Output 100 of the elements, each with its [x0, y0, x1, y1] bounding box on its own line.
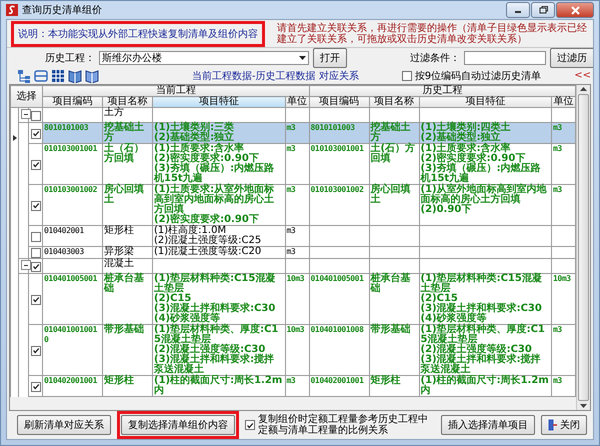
features-cell: (1)垫层材料种类、厚度:C15混凝土垫层 (2)混凝土强度等级:C30 (3)混凝土拌和料要求:搅拌泵送混凝土 — [152, 324, 285, 376]
features-cell: (1)土质要求:含水率 (2)密实度要求:0.90下 (3)夯填（碾压）:内燃压路机15t九遍 — [419, 144, 552, 184]
unit-cell: m3 — [285, 246, 309, 258]
unit-cell: 10m3 — [285, 324, 309, 376]
checkbox-label: 按9位编码自动过滤历史清单 — [414, 70, 542, 82]
name-cell: 房心回填土 — [369, 184, 419, 226]
field-label: 历史工程： — [45, 52, 95, 64]
column-header[interactable]: 单位 — [285, 96, 309, 108]
table-row[interactable]: 010103001001 土（石）方回填 (1)土质要求:含水率 (2)密实度要求:0.90下 (3)夯填（碾压）:内燃压路机15t九遍 m3 010103001001 土(石）方回填 (1)土质要求:含水率 (2)密实度要求:0.90下 (3)夯填（碾压）:内燃压路机15t九遍 m3 — [10, 144, 576, 184]
column-header[interactable]: 项目特征 — [419, 96, 552, 108]
book-icon[interactable] — [68, 68, 82, 82]
insert-button[interactable]: 插入选择清单项目 — [441, 415, 535, 435]
unit-cell: m3 — [285, 144, 309, 184]
features-cell: (1)土壤类别:四类土 (2)基础类型:独立 — [419, 122, 552, 144]
table-row[interactable]: 010402001001 矩形柱 (1)柱的截面尺寸:周长1.2m内 m3 010402001001 矩形柱 (1)柱的截面尺寸:周长1.2m内 m3 — [10, 376, 576, 396]
features-cell: (1)垫层材料种类:C15混凝土垫层 (2)C15 (3)混凝土拌和料要求:C30 (4)砂浆强度等 — [419, 274, 552, 324]
expand-toggle[interactable] — [21, 109, 31, 119]
close-dialog-button[interactable]: 关闭 — [541, 415, 587, 435]
checkbox[interactable] — [30, 294, 40, 304]
name-cell: 矩形柱 — [102, 226, 152, 246]
name-cell: 挖基础土方 — [102, 122, 152, 144]
features-cell: (1)垫层材料种类:C15混凝土垫层 (2)C15 (3)混凝土拌和料要求:C30 (4)砂浆强度等 — [152, 274, 285, 324]
unit-cell: m3 — [552, 122, 576, 144]
row-pointer-icon — [12, 134, 16, 140]
name-cell: 土（石）方回填 — [102, 144, 152, 184]
expand-toggle[interactable] — [21, 260, 31, 270]
hint-text: 请首先建立关联关系，再进行需要的操作（清单子目绿色显示表示已经建立了关联关系，可拖放或双击历史清单改变关联关系） — [277, 22, 588, 44]
table-title: 当前工程数据-历史工程数据 对应关系 — [192, 70, 359, 82]
table-row[interactable]: 010103001002 房心回填土 (1)土质要求:从室外地面标高到室内地面标高的房心土方回填 (2)密实度要求:0.90下 m3 010103001002 房心回填土 (1)从室外地面标高到室内地面标高的房心土方回填 (2)0.90下 m3 — [10, 184, 576, 226]
name-cell: 带形基础 — [102, 324, 152, 376]
close-icon — [570, 6, 580, 14]
name-cell: 带形基础 — [369, 324, 419, 376]
exit-icon — [548, 419, 557, 431]
code-cell: 010103001002 — [309, 184, 369, 226]
code-cell: 010401001008 — [309, 324, 369, 376]
checkbox[interactable] — [30, 382, 40, 392]
field-label: 过滤条件： — [410, 52, 460, 64]
name-cell: 桩承台基础 — [369, 274, 419, 324]
open-button[interactable]: 打开 — [313, 48, 347, 68]
column-header[interactable]: 项目特征 — [152, 96, 285, 108]
filter-input[interactable] — [464, 50, 546, 64]
minimize-button[interactable] — [506, 2, 530, 18]
book-icon[interactable] — [85, 68, 99, 82]
checkbox[interactable] — [30, 110, 40, 120]
restore-button[interactable] — [531, 2, 555, 18]
checkbox[interactable] — [30, 232, 40, 242]
checkbox[interactable] — [30, 248, 40, 258]
code-cell: 010401005001 — [42, 274, 102, 324]
features-cell: (1)垫层材料种类、厚度:C15混凝土垫层 (2)混凝土强度等级:C30 (3)混凝土拌和料要求:搅拌泵送混凝土 — [419, 324, 552, 376]
column-header[interactable]: 项目编码 — [309, 96, 369, 108]
scrollbar[interactable] — [576, 85, 590, 410]
scroll-down-icon[interactable] — [580, 404, 587, 408]
description-text: 说明：本功能实现从外部工程快速复制清单及组价内容 — [11, 20, 265, 46]
features-cell: (1)柱的截面尺寸:周长1.2m内 — [419, 376, 552, 396]
unit-cell: m3 — [285, 122, 309, 144]
grid-icon[interactable] — [51, 68, 65, 82]
code-cell: 8010101003 — [42, 122, 102, 144]
checkbox[interactable] — [30, 128, 40, 138]
scroll-up-icon[interactable] — [580, 87, 587, 91]
code-cell: 0104010010010 — [42, 324, 102, 376]
checkbox[interactable] — [402, 70, 412, 80]
column-header[interactable]: 项目名称 — [102, 96, 152, 108]
column-header[interactable]: 单位 — [552, 96, 576, 108]
code-cell: 010401005001 — [309, 274, 369, 324]
code-cell: 010103001001 — [42, 144, 102, 184]
code-cell: 010402001001 — [309, 376, 369, 396]
name-cell: 矩形柱 — [369, 376, 419, 396]
collapse-button[interactable]: << — [574, 70, 593, 81]
column-group-header: 历史工程 — [309, 86, 576, 96]
filter-button[interactable]: 过滤历 — [550, 48, 593, 68]
checkbox[interactable] — [30, 262, 40, 272]
code-cell: 010103001002 — [42, 184, 102, 226]
project-dropdown[interactable]: 斯维尔办公楼 — [99, 50, 309, 64]
checkbox[interactable] — [30, 346, 40, 356]
features-cell: (1)土质要求:从室外地面标高到室内地面标高的房心土方回填 (2)密实度要求:0.90下 — [152, 184, 285, 226]
copy-button[interactable]: 复制选择清单组价内容 — [121, 415, 235, 435]
code-cell: 010402001001 — [42, 376, 102, 396]
column-header[interactable]: 项目名称 — [369, 96, 419, 108]
table-row[interactable]: 010402001 矩形柱 (1)柱高度:1.0M (2)混凝土强度等级:C25 m3 — [10, 226, 576, 246]
restore-icon — [538, 6, 548, 14]
code-cell: 8010101003 — [309, 122, 369, 144]
code-cell: 010403003 — [42, 246, 102, 258]
refresh-button[interactable]: 刷新清单对应关系 — [17, 415, 111, 435]
features-cell: (1)从室外地面标高到室内地面标高的房心土方回填 (2)0.90下 — [419, 184, 552, 226]
unit-cell: m3 — [285, 226, 309, 246]
table-row[interactable]: 010401005001 桩承台基础 (1)垫层材料种类:C15混凝土垫层 (2)C15 (3)混凝土拌和料要求:C30 (4)砂浆强度等 10m3 010401005001 桩承台基础 (1)垫层材料种类:C15混凝土垫层 (2)C15 (3)混凝土拌和料要求:C30 (4)砂浆强度等 10m3 — [10, 274, 576, 324]
tree-view-icon[interactable] — [17, 68, 31, 82]
checkbox[interactable] — [30, 200, 40, 210]
checkbox[interactable] — [30, 160, 40, 170]
table-row[interactable]: 0104010010010 带形基础 (1)垫层材料种类、厚度:C15混凝土垫层 (2)混凝土强度等级:C30 (3)混凝土拌和料要求:搅拌泵送混凝土 10m3 010401001008 带形基础 (1)垫层材料种类、厚度:C15混凝土垫层 (2)混凝土强度等级:C30 (3)混凝土拌和料要求:搅拌泵送混凝土 m3 — [10, 324, 576, 376]
name-cell: 挖基础土方 — [369, 122, 419, 144]
checkbox-label: 复制组价时定额工程量参考历史工程中定额与清单工程量的比例关系 — [258, 414, 429, 436]
group-name-cell: 混凝土 — [102, 258, 152, 274]
list-icon[interactable] — [34, 68, 48, 82]
name-cell: 异形梁 — [102, 246, 152, 258]
checkbox[interactable] — [245, 420, 255, 430]
table-row[interactable]: 010403003 异形梁 (1)混凝土强度等级:C20 m3 — [10, 246, 576, 258]
close-button[interactable] — [556, 2, 594, 18]
column-header[interactable]: 项目编码 — [42, 96, 102, 108]
column-group-header: 当前工程 — [42, 86, 309, 96]
